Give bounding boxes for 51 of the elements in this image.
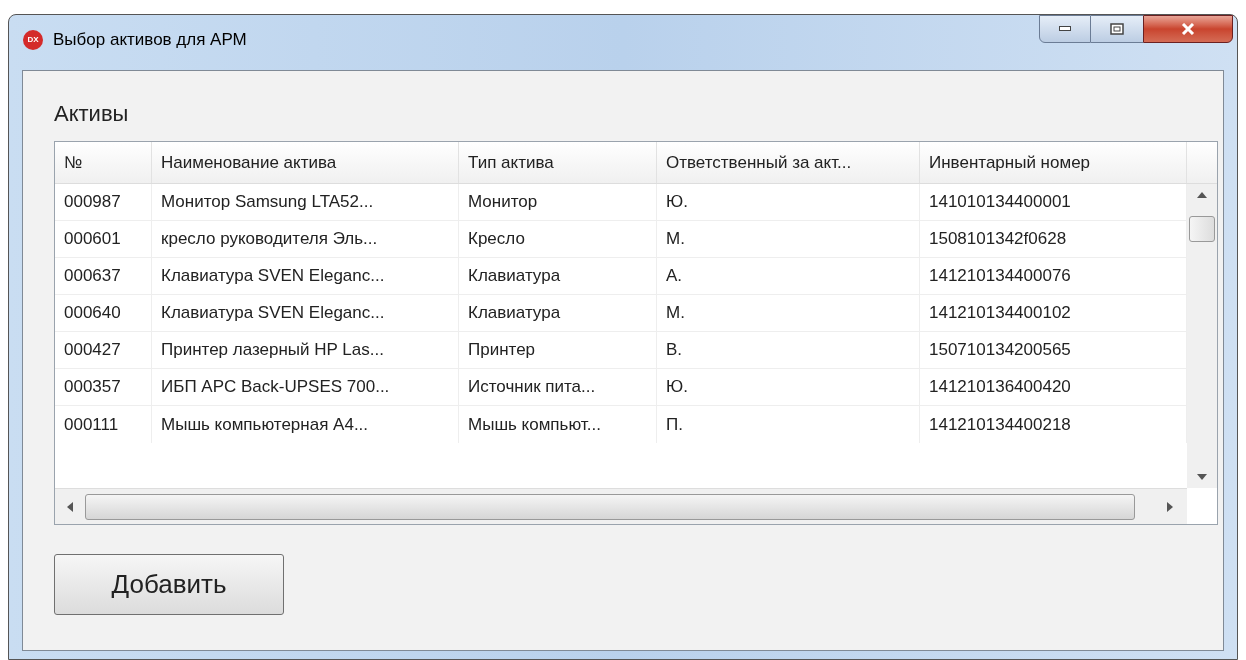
- table-cell: А.: [657, 258, 920, 294]
- table-cell: В.: [657, 332, 920, 368]
- table-cell: Клавиатура: [459, 258, 657, 294]
- table-cell: Принтер лазерный HP Las...: [152, 332, 459, 368]
- app-icon: DX: [23, 29, 43, 50]
- scroll-down-icon: [1197, 474, 1207, 480]
- table-cell: ИБП APC Back-UPSES 700...: [152, 369, 459, 405]
- table-cell: 000601: [55, 221, 152, 257]
- table-cell: 000637: [55, 258, 152, 294]
- table-cell: 000987: [55, 184, 152, 220]
- maximize-button[interactable]: [1091, 15, 1143, 43]
- table-cell: 000111: [55, 406, 152, 443]
- maximize-icon: [1110, 23, 1124, 35]
- close-icon: [1181, 23, 1195, 35]
- table-cell: Принтер: [459, 332, 657, 368]
- table-cell: Клавиатура SVEN Eleganc...: [152, 258, 459, 294]
- add-button[interactable]: Добавить: [54, 554, 284, 615]
- close-button[interactable]: [1143, 15, 1233, 43]
- table-cell: Ю.: [657, 369, 920, 405]
- table-cell: М.: [657, 221, 920, 257]
- minimize-icon: [1059, 26, 1071, 32]
- table-cell: П.: [657, 406, 920, 443]
- table-cell: кресло руководителя Эль...: [152, 221, 459, 257]
- scroll-up-icon: [1197, 192, 1207, 198]
- table-cell: Кресло: [459, 221, 657, 257]
- section-label: Активы: [54, 103, 130, 128]
- table-cell: Мышь компьютерная A4...: [152, 406, 459, 443]
- table-cell: Монитор: [459, 184, 657, 220]
- table-cell: Источник пита...: [459, 369, 657, 405]
- scroll-thumb[interactable]: [85, 493, 1135, 520]
- table-cell: Ю.: [657, 184, 920, 220]
- column-header[interactable]: Наименование актива: [152, 142, 459, 183]
- scroll-thumb[interactable]: [1189, 216, 1215, 242]
- column-header[interactable]: Тип актива: [459, 142, 657, 183]
- minimize-button[interactable]: [1039, 15, 1091, 43]
- scroll-right-icon: [1167, 501, 1173, 512]
- window-title: Выбор активов для АРМ: [53, 29, 247, 51]
- table-cell: Клавиатура SVEN Eleganc...: [152, 295, 459, 331]
- column-header[interactable]: Ответственный за акт...: [657, 142, 920, 183]
- table-cell: 000427: [55, 332, 152, 368]
- column-header[interactable]: №: [55, 142, 152, 183]
- vertical-scrollbar[interactable]: [1187, 184, 1217, 488]
- table-cell: Клавиатура: [459, 295, 657, 331]
- table-cell: 000640: [55, 295, 152, 331]
- table-cell: 000357: [55, 369, 152, 405]
- table-cell: Мышь компьют...: [459, 406, 657, 443]
- scroll-left-icon: [67, 501, 73, 512]
- column-header[interactable]: Инвентарный номер: [920, 142, 1187, 183]
- horizontal-scrollbar[interactable]: [55, 488, 1187, 524]
- table-cell: Монитор Samsung LTA52...: [152, 184, 459, 220]
- table-cell: М.: [657, 295, 920, 331]
